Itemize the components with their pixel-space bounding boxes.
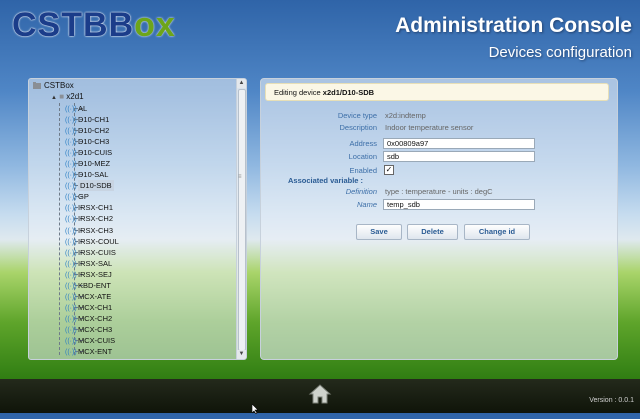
tree-item[interactable]: ((·)) D10-CUIS	[29, 147, 237, 158]
tree-item[interactable]: ((·)) D10-CH3	[29, 136, 237, 147]
home-icon[interactable]	[308, 382, 332, 406]
tree-item[interactable]: ((·)) IRSX-SEJ	[29, 269, 237, 280]
scroll-thumb[interactable]	[238, 89, 246, 351]
footer: Version : 0.0.1	[0, 379, 640, 413]
tree-item-label: MCX-CUIS	[78, 335, 116, 345]
tree-item-label: D10-CH3	[78, 137, 110, 147]
page-title: Devices configuration	[488, 44, 632, 61]
scroll-grip-icon: ≡	[238, 174, 242, 180]
tree-item[interactable]: ((·)) MCX-CH1	[29, 302, 237, 313]
change-id-button[interactable]: Change id	[464, 224, 530, 240]
tree-item-label: D10-CUIS	[78, 148, 113, 158]
tree-item[interactable]: ((·)) MCX-CH2	[29, 313, 237, 324]
tree-item-label: MCX-CH3	[78, 324, 113, 334]
tree-item-label: D10-CH1	[78, 115, 110, 125]
definition-row: Definition type : temperature - units : …	[261, 186, 617, 198]
tree-item[interactable]: ((·)) IRSX-CH1	[29, 202, 237, 213]
tree-item-label: IRSX-CH3	[78, 225, 114, 235]
tree-item-label: D10-CH2	[78, 126, 110, 136]
tree-item[interactable]: ((·)) D10-SDB	[29, 180, 237, 192]
device-type-row: Device type x2d:indtemp	[261, 110, 617, 122]
location-row: Location sdb	[261, 151, 617, 163]
tree-item-label: IRSX-SAL	[78, 258, 113, 268]
tree-node-label: x2d1	[66, 92, 84, 101]
tree-item[interactable]: ((·)) IRSX-COUL	[29, 236, 237, 247]
tree-item-label: GP	[78, 192, 89, 202]
tree-item-label: IRSX-COUL	[78, 236, 119, 246]
tree-scrollbar[interactable]: ▲ ≡ ▼	[236, 79, 246, 359]
tree-item-label: IRSX-CH1	[78, 203, 114, 213]
tree-item[interactable]: ((·)) MCX-CUIS	[29, 335, 237, 346]
save-button[interactable]: Save	[356, 224, 402, 240]
tree-item-label: MCX-CH2	[78, 313, 113, 323]
tree-item[interactable]: ((·)) GP	[29, 191, 237, 202]
definition-label: Definition	[345, 187, 377, 196]
tree-item-label: D10-SDB	[78, 180, 114, 192]
app-title: Administration Console	[395, 14, 632, 37]
edit-header: Editing device x2d1/D10-SDB	[265, 83, 609, 101]
address-row: Address 0x00809a97	[261, 138, 617, 150]
name-row: Name temp_sdb	[261, 199, 617, 211]
tree-item[interactable]: ((·)) IRSX-CH2	[29, 213, 237, 224]
tree-item-label: AL	[78, 104, 88, 113]
tree-item[interactable]: ((·)) AL	[29, 103, 237, 114]
tree-item-label: D10-MEZ	[78, 159, 111, 169]
tree-node-x2d1[interactable]: ▲ ■ x2d1	[51, 92, 84, 102]
definition-value: type : temperature - units : degC	[385, 187, 493, 196]
tree-item[interactable]: ((·)) KBD-ENT	[29, 280, 237, 291]
description-row: Description Indoor temperature sensor	[261, 122, 617, 134]
associated-variable-heading: Associated variable :	[288, 176, 364, 185]
description-label: Description	[339, 123, 377, 132]
edited-device-id: x2d1/D10-SDB	[322, 88, 375, 97]
collapse-arrow-icon[interactable]: ▲	[51, 95, 57, 101]
network-icon: ■	[59, 92, 65, 101]
address-label: Address	[349, 139, 377, 148]
tree-item[interactable]: ((·)) D10-MEZ	[29, 158, 237, 169]
tree-item[interactable]: ((·)) D10-CH1	[29, 114, 237, 125]
mouse-cursor-icon	[251, 401, 259, 415]
address-input[interactable]: 0x00809a97	[383, 138, 535, 149]
cstbox-logo: CSTBBox	[12, 6, 176, 44]
scroll-up-icon[interactable]: ▲	[237, 79, 246, 88]
enabled-checkbox[interactable]: ✓	[384, 165, 394, 175]
tree-item-label: IRSX-CH2	[78, 214, 114, 224]
folder-icon	[33, 81, 41, 89]
location-input[interactable]: sdb	[383, 151, 535, 162]
tree-items: ((·)) AL ((·)) D10-CH1 ((·)) D10-CH2 ((·)) D10-…	[29, 103, 237, 357]
location-label: Location	[348, 152, 377, 161]
description-value: Indoor temperature sensor	[385, 123, 474, 132]
tree-item-label: MCX-CH1	[78, 302, 113, 312]
tree-item[interactable]: ((·)) MCX-ENT	[29, 346, 237, 357]
sensor-wireless-icon: ((·))	[65, 349, 77, 357]
tree-item-label: KBD-ENT	[78, 280, 111, 290]
tree-item[interactable]: ((·)) D10-SAL	[29, 169, 237, 180]
device-tree-panel: CSTBox ▲ ■ x2d1 ((·)) AL ((·)) D10-CH1 ((·))…	[28, 78, 247, 360]
device-type-label: Device type	[337, 111, 377, 120]
delete-button[interactable]: Delete	[407, 224, 458, 240]
tree-item[interactable]: ((·)) D10-CH2	[29, 125, 237, 136]
device-type-value: x2d:indtemp	[385, 111, 426, 120]
device-edit-panel: Editing device x2d1/D10-SDB Device type …	[260, 78, 618, 360]
tree-item[interactable]: ((·)) IRSX-SAL	[29, 258, 237, 269]
version-label: Version : 0.0.1	[589, 397, 634, 404]
tree-item-label: MCX-ENT	[78, 347, 113, 357]
tree-item[interactable]: ((·)) MCX-CH3	[29, 324, 237, 335]
tree-item[interactable]: ((·)) IRSX-CH3	[29, 225, 237, 236]
header: CSTBBox Administration Console Devices c…	[0, 0, 640, 68]
tree-root[interactable]: CSTBox	[33, 81, 74, 91]
tree-item-label: IRSX-CUIS	[78, 247, 116, 257]
tree-item[interactable]: ((·)) MCX-ATE	[29, 291, 237, 302]
name-label: Name	[356, 200, 377, 209]
tree-item-label: D10-SAL	[78, 170, 109, 180]
tree-item-label: IRSX-SEJ	[78, 269, 112, 279]
tree-item-label: MCX-ATE	[78, 291, 112, 301]
tree-root-label: CSTBox	[44, 81, 74, 90]
tree-item[interactable]: ((·)) IRSX-CUIS	[29, 247, 237, 258]
scroll-down-icon[interactable]: ▼	[237, 350, 246, 359]
name-input[interactable]: temp_sdb	[383, 199, 535, 210]
